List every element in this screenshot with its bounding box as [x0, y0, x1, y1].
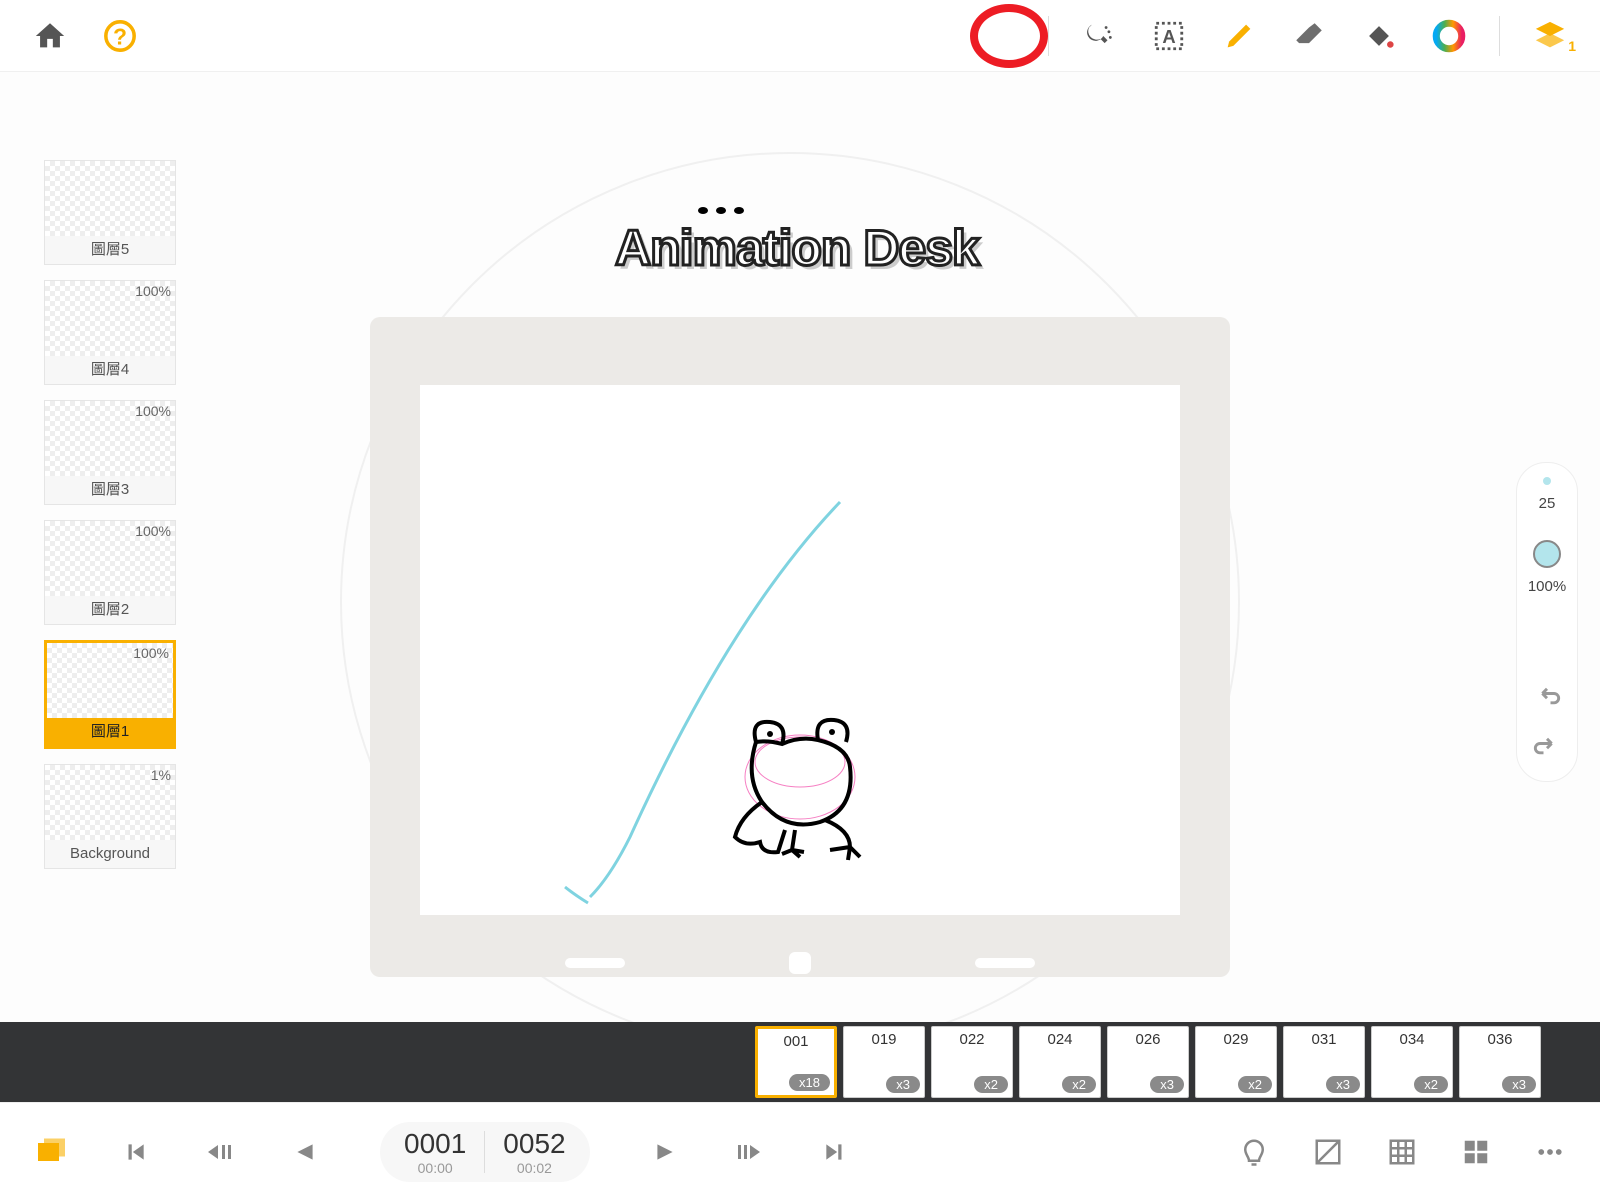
layer-label: Background: [45, 840, 175, 868]
brush-panel: 25 100%: [1516, 462, 1578, 782]
frame-counter: 0001 00:00 0052 00:02: [380, 1122, 590, 1182]
frame-item-current[interactable]: 001x18: [755, 1026, 837, 1098]
play-icon[interactable]: [645, 1132, 685, 1172]
layer-label: 圖層2: [45, 596, 175, 624]
apps-grid-icon[interactable]: [1456, 1132, 1496, 1172]
brush-opacity-preview-icon[interactable]: [1533, 540, 1561, 568]
annotation-circle: [970, 4, 1048, 68]
top-toolbar: ? A 1: [0, 0, 1600, 72]
next-frame-icon[interactable]: [730, 1132, 770, 1172]
layers-icon[interactable]: 1: [1530, 16, 1570, 56]
prev-frame-icon[interactable]: [200, 1132, 240, 1172]
eraser-icon[interactable]: [1289, 16, 1329, 56]
undo-icon[interactable]: [1527, 677, 1567, 717]
last-frame-icon[interactable]: [815, 1132, 855, 1172]
play-back-icon[interactable]: [285, 1132, 325, 1172]
brush-opacity-value: 100%: [1528, 578, 1566, 595]
frame-item[interactable]: 034x2: [1371, 1026, 1453, 1098]
current-frame: 0001: [404, 1128, 466, 1160]
onion-skin-icon[interactable]: [1234, 1132, 1274, 1172]
more-icon[interactable]: [1530, 1132, 1570, 1172]
svg-text:?: ?: [113, 23, 127, 49]
layers-badge: 1: [1568, 38, 1576, 54]
frame-item[interactable]: 031x3: [1283, 1026, 1365, 1098]
text-transform-icon[interactable]: A: [1149, 16, 1189, 56]
frame-item[interactable]: 026x3: [1107, 1026, 1189, 1098]
frame-item[interactable]: 029x2: [1195, 1026, 1277, 1098]
frames-panel-icon[interactable]: [30, 1132, 70, 1172]
fill-icon[interactable]: [1359, 16, 1399, 56]
canvas[interactable]: [420, 385, 1180, 915]
workspace: Animation Desk 圖層5 100% 圖層4 100% 圖層3: [0, 72, 1600, 1022]
home-icon[interactable]: [30, 16, 70, 56]
playback-bar: 0001 00:00 0052 00:02: [0, 1102, 1600, 1200]
lasso-icon[interactable]: [1079, 16, 1119, 56]
redo-icon[interactable]: [1527, 727, 1567, 767]
layer-opacity: 1%: [151, 767, 171, 783]
current-time: 00:00: [404, 1160, 466, 1176]
layer-item-background[interactable]: 1% Background: [44, 764, 176, 869]
app-title: Animation Desk: [615, 219, 979, 277]
tablet-buttons: [565, 952, 1035, 974]
total-frames: 0052: [503, 1128, 565, 1160]
layer-label: 圖層5: [45, 236, 175, 264]
layer-item[interactable]: 100% 圖層4: [44, 280, 176, 385]
frame-item[interactable]: 036x3: [1459, 1026, 1541, 1098]
svg-text:A: A: [1162, 26, 1175, 47]
frame-item[interactable]: 019x3: [843, 1026, 925, 1098]
frame-item[interactable]: 022x2: [931, 1026, 1013, 1098]
brush-size-value: 25: [1539, 495, 1556, 512]
brush-size-preview-icon[interactable]: [1543, 477, 1551, 485]
grid-icon[interactable]: [1382, 1132, 1422, 1172]
layer-opacity: 100%: [133, 645, 169, 661]
layer-item[interactable]: 圖層5: [44, 160, 176, 265]
layer-item-selected[interactable]: 100% 圖層1: [44, 640, 176, 749]
layer-label: 圖層4: [45, 356, 175, 384]
layer-item[interactable]: 100% 圖層3: [44, 400, 176, 505]
help-icon[interactable]: ?: [100, 16, 140, 56]
timeline[interactable]: 001x18 019x3 022x2 024x2 026x3 029x2 031…: [0, 1022, 1600, 1102]
frames-row: 001x18 019x3 022x2 024x2 026x3 029x2 031…: [755, 1026, 1541, 1098]
frame-item[interactable]: 024x2: [1019, 1026, 1101, 1098]
layer-opacity: 100%: [135, 523, 171, 539]
layer-label: 圖層1: [47, 718, 173, 746]
layer-item[interactable]: 100% 圖層2: [44, 520, 176, 625]
layers-panel: 圖層5 100% 圖層4 100% 圖層3 100% 圖層2 100% 圖層1 …: [44, 160, 176, 869]
title-dots-icon: [698, 207, 744, 214]
pen-icon[interactable]: [1219, 16, 1259, 56]
layer-opacity: 100%: [135, 283, 171, 299]
layer-opacity: 100%: [135, 403, 171, 419]
color-wheel-icon[interactable]: [1429, 16, 1469, 56]
ruler-icon[interactable]: [1308, 1132, 1348, 1172]
total-time: 00:02: [503, 1160, 565, 1176]
layer-label: 圖層3: [45, 476, 175, 504]
first-frame-icon[interactable]: [115, 1132, 155, 1172]
